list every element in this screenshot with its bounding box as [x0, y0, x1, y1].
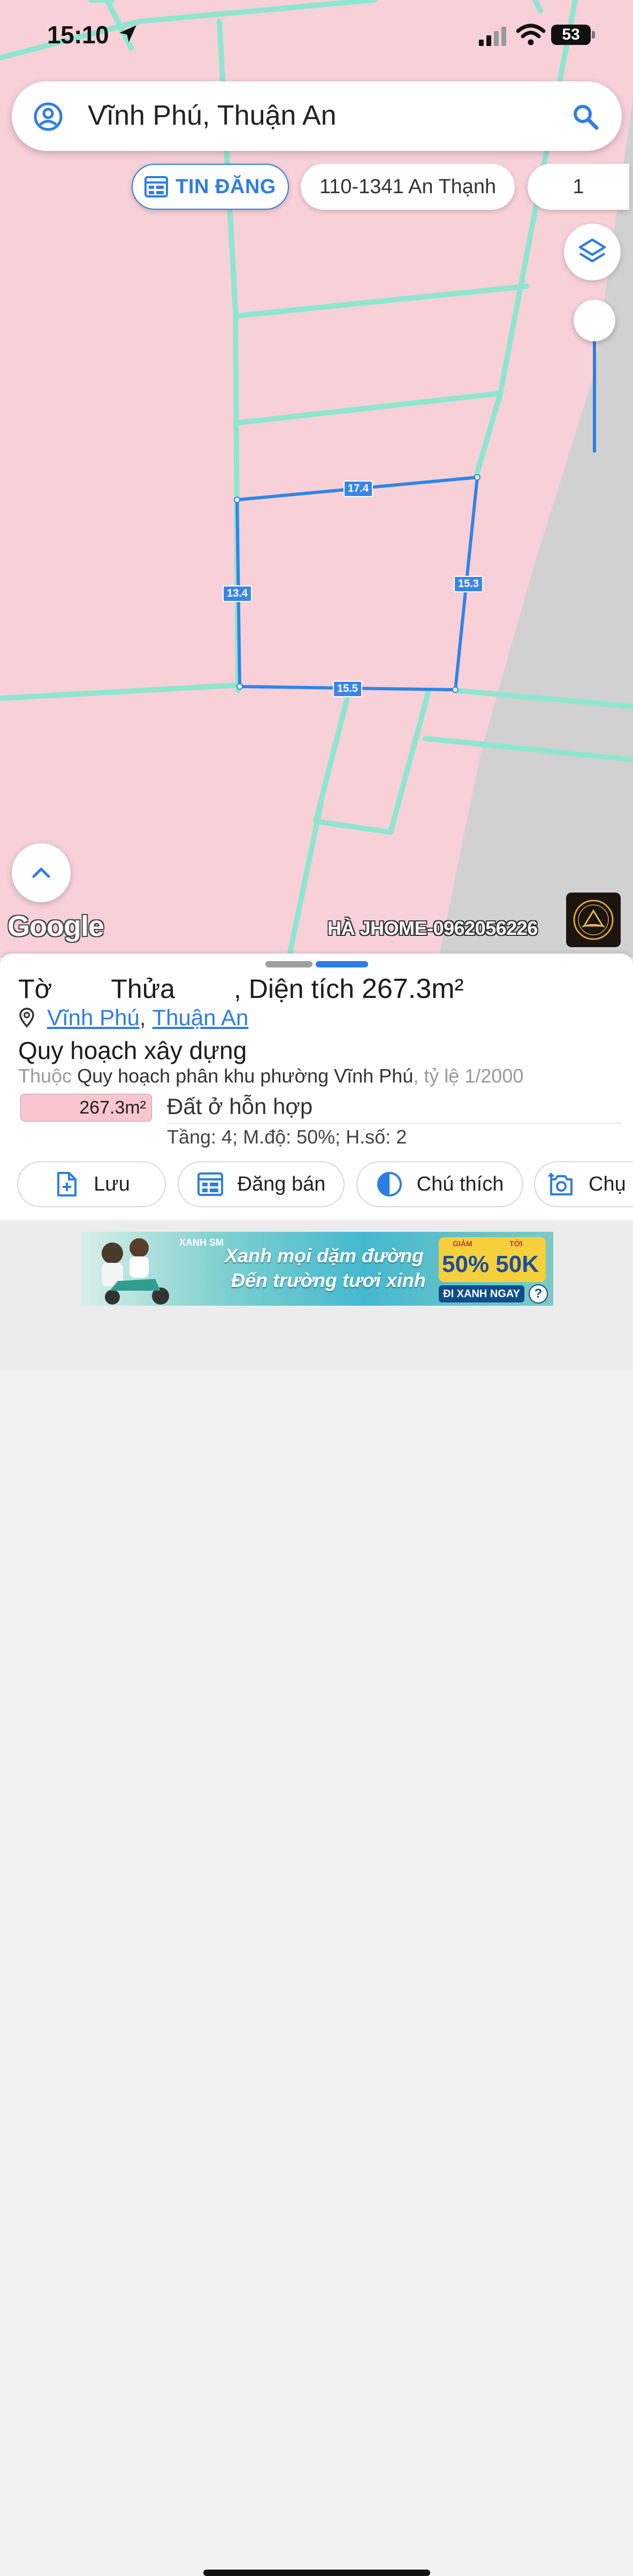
post-label: Đăng bán — [237, 1172, 326, 1195]
edge-length-bottom: 15.5 — [333, 681, 362, 697]
sheet-handle-left[interactable] — [265, 961, 312, 967]
ad-help-icon[interactable]: ? — [529, 1284, 548, 1304]
plan-prefix: Thuộc — [18, 1065, 78, 1087]
area-prefix: , Diện tích — [233, 974, 362, 1004]
status-bar: 15:10 53 — [0, 0, 633, 75]
search-bar[interactable]: Vĩnh Phú, Thuận An — [12, 81, 622, 151]
ad-illustration — [102, 1238, 169, 1305]
chevron-up-icon — [32, 867, 50, 878]
cellular-signal-icon — [479, 27, 506, 46]
location-row: Vĩnh Phú, Thuận An — [18, 1005, 248, 1031]
plan-scale: , tỷ lệ 1/2000 — [413, 1065, 524, 1087]
search-query[interactable]: Vĩnh Phú, Thuận An — [88, 100, 337, 132]
parcel-label: Thửa — [111, 974, 175, 1004]
promo-small-1: GIẢM — [453, 1239, 472, 1248]
battery-level: 53 — [551, 25, 591, 45]
zone-details: Tầng: 4; M.độ: 50%; H.số: 2 — [167, 1126, 407, 1148]
wifi-icon — [516, 24, 545, 45]
location-arrow-icon — [119, 25, 136, 42]
map-view[interactable]: 17.4 15.3 15.5 13.4 15:10 53 Vĩnh Phú, T… — [0, 0, 633, 958]
account-icon[interactable] — [33, 102, 63, 132]
plan-heading: Quy hoạch xây dựng — [18, 1037, 247, 1064]
save-label: Lưu — [94, 1172, 130, 1195]
listing-chip-label: TIN ĐĂNG — [176, 175, 276, 198]
ad-cta-button[interactable]: ĐI XANH NGAY — [439, 1285, 524, 1302]
save-button[interactable]: Lưu — [17, 1161, 166, 1207]
zone-area-badge: 267.3m² — [20, 1094, 152, 1122]
home-indicator[interactable] — [203, 2570, 430, 2576]
clock: 15:10 — [47, 21, 109, 49]
edge-length-top: 17.4 — [344, 481, 373, 497]
sheet-label: Tờ — [18, 974, 52, 1004]
search-icon[interactable] — [570, 102, 600, 132]
watermark-text: HÀ JHOME-0962056226 — [327, 917, 538, 939]
capture-button[interactable]: Chụ — [534, 1161, 633, 1207]
edge-length-right: 15.3 — [454, 576, 483, 592]
promo-amount: 50% 50K — [442, 1251, 539, 1277]
listing-chip[interactable]: TIN ĐĂNG — [132, 164, 289, 210]
map-pin-icon — [19, 1008, 34, 1028]
capture-label: Chụ — [589, 1172, 626, 1195]
plan-name: Quy hoạch phân khu phường Vĩnh Phú — [77, 1065, 414, 1087]
zone-type: Đất ở hỗn hợp — [167, 1094, 313, 1119]
agency-logo — [566, 893, 621, 947]
count-chip[interactable]: 1 — [528, 164, 629, 210]
parcel-title: Tờ Thửa , Diện tích 267.3m² — [18, 973, 464, 1005]
legend-label: Chú thích — [416, 1172, 504, 1195]
ad-headline-2: Đến trường tươi xinh — [231, 1269, 426, 1291]
ad-banner[interactable]: XANH SM Xanh mọi dặm đường Đến trường tư… — [80, 1232, 553, 1306]
parcel-area: 267.3m² — [361, 973, 464, 1004]
parcel-info-sheet[interactable]: Tờ Thửa , Diện tích 267.3m² Vĩnh Phú, Thuận… — [0, 954, 633, 1220]
ad-headline-1: Xanh mọi dặm đường — [225, 1245, 424, 1267]
plan-subtitle: Thuộc Quy hoạch phân khu phường Vĩnh Phú… — [18, 1065, 523, 1087]
divider — [167, 1123, 622, 1124]
location-separator: , — [139, 1005, 146, 1030]
address-chip[interactable]: 110-1341 An Thạnh — [301, 164, 515, 210]
contrast-icon — [377, 1172, 402, 1196]
layers-button[interactable] — [564, 224, 621, 280]
expand-sheet-button[interactable] — [12, 843, 71, 902]
edge-length-left: 13.4 — [223, 585, 252, 602]
opacity-slider-knob[interactable] — [574, 300, 615, 341]
camera-plus-icon — [548, 1173, 573, 1195]
ad-area: XANH SM Xanh mọi dặm đường Đến trường tư… — [0, 1220, 633, 2576]
ward-link[interactable]: Vĩnh Phú — [47, 1005, 140, 1031]
add-document-icon — [57, 1172, 77, 1196]
promo-small-2: TỚI — [509, 1239, 523, 1248]
listing-icon — [197, 1172, 223, 1196]
sheet-handle-right[interactable] — [316, 961, 368, 967]
google-logo: Google — [7, 910, 104, 942]
layers-icon — [578, 238, 606, 263]
district-link[interactable]: Thuận An — [152, 1005, 248, 1031]
ad-promo-badge: GIẢM TỚI 50% 50K — [439, 1237, 546, 1282]
battery-tip — [592, 31, 595, 39]
post-for-sale-button[interactable]: Đăng bán — [178, 1161, 345, 1207]
listing-icon — [144, 176, 169, 197]
legend-button[interactable]: Chú thích — [356, 1161, 523, 1207]
ad-brand: XANH SM — [179, 1237, 224, 1248]
